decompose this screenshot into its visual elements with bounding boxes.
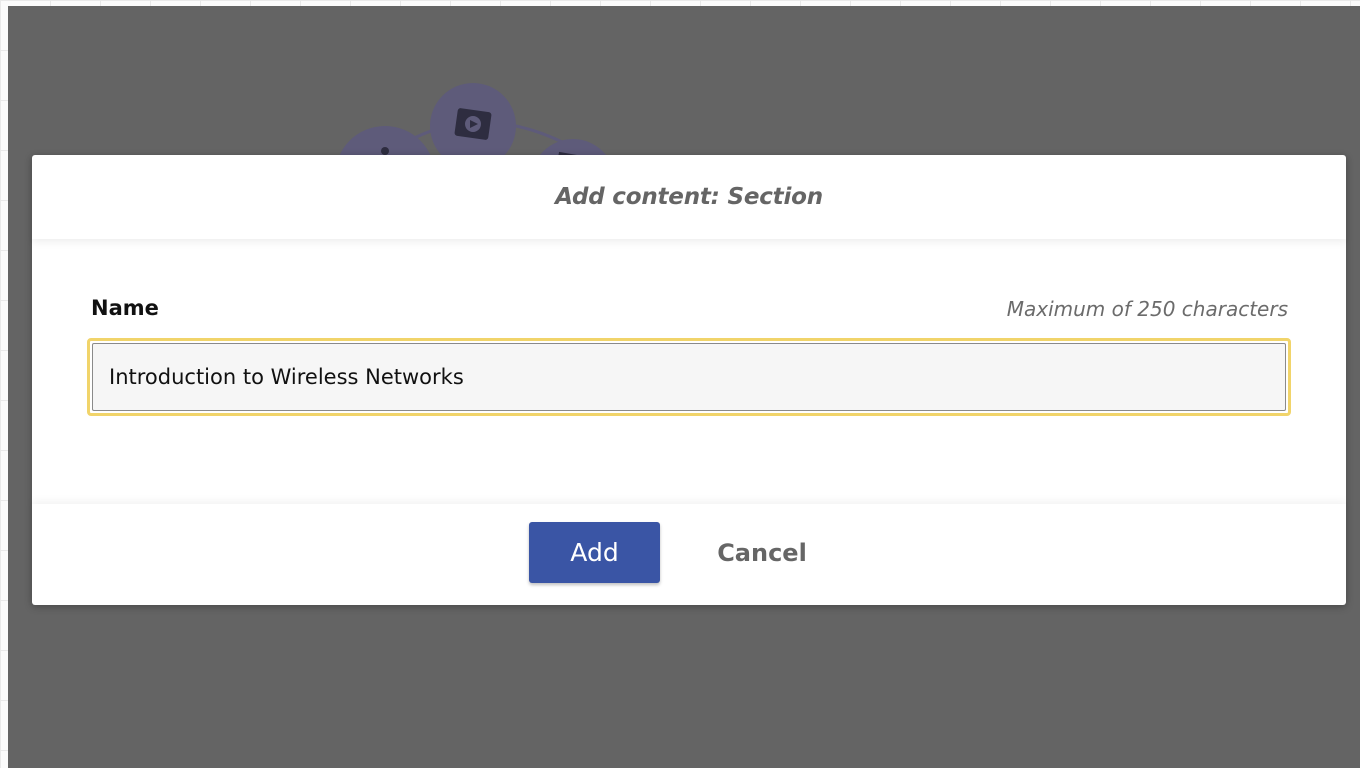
dialog-title: Add content: Section bbox=[555, 184, 823, 210]
video-icon bbox=[454, 108, 492, 140]
cancel-button[interactable]: Cancel bbox=[697, 522, 827, 583]
name-input-focus-ring: Introduction to Wireless Networks bbox=[87, 338, 1291, 416]
dialog-footer: Add Cancel bbox=[32, 504, 1346, 605]
dot-icon bbox=[381, 147, 389, 155]
dialog-header: Add content: Section bbox=[32, 155, 1346, 239]
name-input[interactable]: Introduction to Wireless Networks bbox=[92, 343, 1286, 411]
name-label: Name bbox=[91, 296, 159, 320]
add-content-dialog: Add content: Section Name Maximum of 250… bbox=[32, 155, 1346, 605]
add-button[interactable]: Add bbox=[529, 522, 660, 583]
name-hint: Maximum of 250 characters bbox=[1006, 297, 1288, 321]
